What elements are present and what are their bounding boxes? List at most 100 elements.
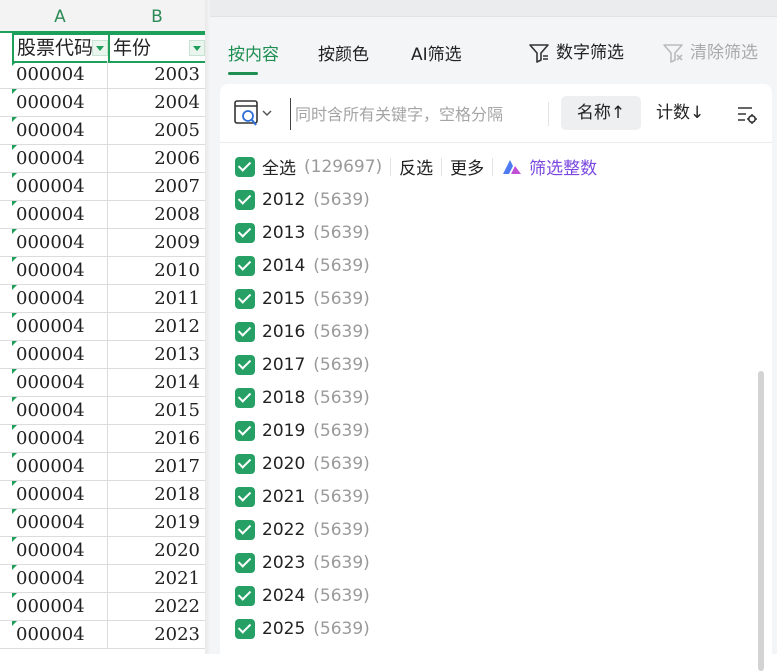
- filter-value-item[interactable]: 2016 (5639): [235, 315, 370, 348]
- tab-by-color[interactable]: 按颜色: [318, 40, 369, 65]
- filter-value-item[interactable]: 2012 (5639): [235, 183, 370, 216]
- filter-value-item[interactable]: 2023 (5639): [235, 546, 370, 579]
- cell-year[interactable]: 2019: [108, 509, 202, 536]
- cell-year[interactable]: 2013: [108, 341, 202, 368]
- column-header-b[interactable]: B: [108, 0, 206, 32]
- filter-value-item[interactable]: 2021 (5639): [235, 480, 370, 513]
- search-input[interactable]: [290, 98, 547, 130]
- divider: [548, 102, 549, 126]
- filter-value-item[interactable]: 2025 (5639): [235, 612, 370, 645]
- cell-stock-code[interactable]: 000004: [12, 593, 108, 620]
- sort-by-name-button[interactable]: 名称↑: [561, 96, 641, 130]
- list-scrollbar[interactable]: [758, 371, 764, 671]
- item-checkbox[interactable]: [235, 552, 255, 573]
- search-mode-dropdown[interactable]: [234, 100, 274, 128]
- cell-year[interactable]: 2007: [108, 173, 202, 200]
- cell-stock-code[interactable]: 000004: [12, 117, 108, 144]
- header-cell-year[interactable]: 年份: [108, 33, 209, 63]
- item-value: 2023: [262, 552, 306, 573]
- item-count: (5639): [313, 321, 370, 342]
- filter-value-item[interactable]: 2024 (5639): [235, 579, 370, 612]
- cell-stock-code[interactable]: 000004: [12, 369, 108, 396]
- item-checkbox[interactable]: [235, 387, 255, 408]
- cell-year[interactable]: 2006: [108, 145, 202, 172]
- filter-value-item[interactable]: 2013 (5639): [235, 216, 370, 249]
- item-checkbox[interactable]: [235, 255, 255, 276]
- cell-stock-code[interactable]: 000004: [12, 621, 108, 648]
- filter-value-item[interactable]: 2022 (5639): [235, 513, 370, 546]
- select-all-row[interactable]: 全选 (129697) 反选 更多 筛选整数: [235, 150, 597, 183]
- cell-year[interactable]: 2014: [108, 369, 202, 396]
- cell-stock-code[interactable]: 000004: [12, 397, 108, 424]
- cell-stock-code[interactable]: 000004: [12, 229, 108, 256]
- header-cell-stock-code[interactable]: 股票代码: [12, 33, 112, 63]
- filter-integers-button[interactable]: 筛选整数: [501, 154, 597, 179]
- cell-stock-code[interactable]: 000004: [12, 285, 108, 312]
- tab-ai-filter[interactable]: AI筛选: [411, 40, 462, 65]
- cell-year[interactable]: 2018: [108, 481, 202, 508]
- cell-year[interactable]: 2016: [108, 425, 202, 452]
- cell-stock-code[interactable]: 000004: [12, 509, 108, 536]
- cell-stock-code[interactable]: 000004: [12, 481, 108, 508]
- invert-selection-button[interactable]: 反选: [399, 154, 433, 179]
- item-checkbox[interactable]: [235, 486, 255, 507]
- cell-stock-code[interactable]: 000004: [12, 61, 108, 88]
- divider: [390, 157, 392, 176]
- cell-year[interactable]: 2012: [108, 313, 202, 340]
- cell-year[interactable]: 2008: [108, 201, 202, 228]
- table-row: 000004 2009: [0, 229, 210, 257]
- filter-value-item[interactable]: 2014 (5639): [235, 249, 370, 282]
- cell-year[interactable]: 2020: [108, 537, 202, 564]
- settings-icon[interactable]: [736, 104, 758, 126]
- table-row: 000004 2005: [0, 117, 210, 145]
- filter-value-item[interactable]: 2020 (5639): [235, 447, 370, 480]
- clear-filter-button[interactable]: 清除筛选: [662, 38, 758, 64]
- cell-year[interactable]: 2017: [108, 453, 202, 480]
- number-filter-button[interactable]: 数字筛选: [528, 38, 624, 64]
- select-all-checkbox[interactable]: [235, 156, 255, 177]
- filter-value-item[interactable]: 2017 (5639): [235, 348, 370, 381]
- item-checkbox[interactable]: [235, 585, 255, 606]
- cell-year[interactable]: 2009: [108, 229, 202, 256]
- cell-year[interactable]: 2003: [108, 61, 202, 88]
- filter-dropdown-button[interactable]: [92, 40, 108, 56]
- column-header-a[interactable]: A: [12, 0, 108, 32]
- cell-year[interactable]: 2010: [108, 257, 202, 284]
- item-checkbox[interactable]: [235, 519, 255, 540]
- item-checkbox[interactable]: [235, 453, 255, 474]
- item-checkbox[interactable]: [235, 222, 255, 243]
- item-checkbox[interactable]: [235, 354, 255, 375]
- filter-panel: 按内容 按颜色 AI筛选 数字筛选 清除筛选 同时含所有关键字，空格分隔 名称↑…: [210, 0, 777, 671]
- filter-value-item[interactable]: 2019 (5639): [235, 414, 370, 447]
- cell-year[interactable]: 2021: [108, 565, 202, 592]
- sort-by-count-button[interactable]: 计数↓: [656, 96, 704, 130]
- item-checkbox[interactable]: [235, 288, 255, 309]
- cell-stock-code[interactable]: 000004: [12, 537, 108, 564]
- cell-year[interactable]: 2004: [108, 89, 202, 116]
- item-checkbox[interactable]: [235, 420, 255, 441]
- cell-stock-code[interactable]: 000004: [12, 201, 108, 228]
- cell-stock-code[interactable]: 000004: [12, 425, 108, 452]
- filter-value-item[interactable]: 2015 (5639): [235, 282, 370, 315]
- item-checkbox[interactable]: [235, 321, 255, 342]
- divider: [441, 157, 443, 176]
- cell-stock-code[interactable]: 000004: [12, 89, 108, 116]
- filter-value-item[interactable]: 2018 (5639): [235, 381, 370, 414]
- cell-stock-code[interactable]: 000004: [12, 453, 108, 480]
- cell-stock-code[interactable]: 000004: [12, 257, 108, 284]
- cell-stock-code[interactable]: 000004: [12, 145, 108, 172]
- cell-stock-code[interactable]: 000004: [12, 341, 108, 368]
- cell-stock-code[interactable]: 000004: [12, 173, 108, 200]
- item-checkbox[interactable]: [235, 618, 255, 639]
- cell-year[interactable]: 2011: [108, 285, 202, 312]
- cell-year[interactable]: 2005: [108, 117, 202, 144]
- cell-year[interactable]: 2015: [108, 397, 202, 424]
- filter-dropdown-button[interactable]: [189, 40, 205, 56]
- item-checkbox[interactable]: [235, 189, 255, 210]
- tab-by-content[interactable]: 按内容: [228, 40, 279, 65]
- cell-year[interactable]: 2023: [108, 621, 202, 648]
- cell-stock-code[interactable]: 000004: [12, 313, 108, 340]
- cell-stock-code[interactable]: 000004: [12, 565, 108, 592]
- cell-year[interactable]: 2022: [108, 593, 202, 620]
- more-button[interactable]: 更多: [450, 154, 484, 179]
